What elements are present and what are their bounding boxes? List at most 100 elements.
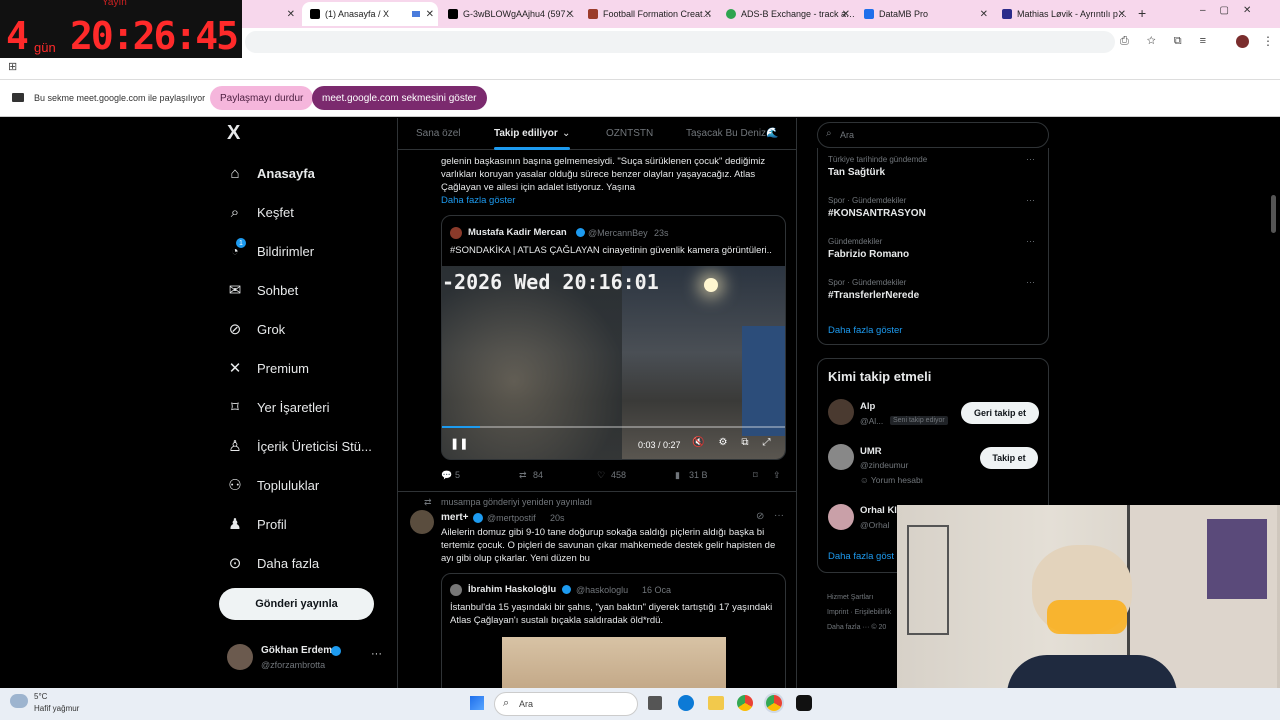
avatar[interactable] [828, 399, 854, 425]
windows-start-icon[interactable] [470, 696, 484, 710]
trend-item[interactable]: Spor · Gündemdekiler #KONSANTRASYON [828, 196, 926, 219]
post-author-name[interactable]: mert+ [441, 512, 469, 523]
follow-back-button[interactable]: Geri takip et [961, 402, 1039, 424]
close-icon[interactable]: ✕ [287, 9, 295, 20]
views-icon[interactable]: ▮ [675, 470, 680, 481]
avatar[interactable] [410, 510, 434, 534]
close-icon[interactable]: ✕ [980, 9, 988, 20]
tab-pinned[interactable]: ✕ [245, 2, 299, 26]
sidebar-item-chat[interactable]: ✉ Sohbet [227, 282, 299, 299]
new-tab-button[interactable]: + [1138, 5, 1146, 21]
quote-handle: @MercannBey [588, 228, 648, 238]
reply-icon[interactable]: 💬 [441, 470, 452, 481]
apps-grid-icon[interactable]: ⊞ [8, 60, 17, 73]
edge-icon[interactable] [678, 695, 694, 711]
sidebar-item-premium[interactable]: ✕ Premium [227, 360, 309, 377]
show-more-link[interactable]: Daha fazla göst [828, 551, 894, 562]
like-icon[interactable]: ♡ [597, 470, 605, 481]
avatar[interactable] [828, 444, 854, 470]
tab-x-home[interactable]: (1) Anasayfa / X ✕ [302, 2, 438, 26]
sidebar-item-home[interactable]: ⌂ Anasayfa [227, 165, 314, 182]
close-icon[interactable]: ✕ [842, 9, 850, 20]
quote-tweet[interactable]: İbrahim Haskoloğlu @haskologlu 16 Oca İs… [441, 573, 786, 688]
close-icon[interactable]: ✕ [566, 9, 574, 20]
sidebar-item-explore[interactable]: ⌕ Keşfet [227, 204, 294, 221]
sidebar-item-more[interactable]: ⊙ Daha fazla [227, 555, 320, 572]
avatar[interactable] [828, 504, 854, 530]
tab-following[interactable]: Takip ediliyor [494, 128, 558, 139]
tab-list-tasacak[interactable]: Taşacak Bu Deniz🌊 [686, 128, 779, 139]
stop-sharing-button[interactable]: Paylaşmayı durdur [210, 86, 314, 110]
show-more-link[interactable]: Daha fazla göster [441, 195, 515, 206]
tab-list-ozntstn[interactable]: OZNTSTN [606, 128, 653, 139]
grok-icon[interactable]: ⊘ [756, 511, 764, 522]
window-controls[interactable]: –▢✕ [1200, 5, 1265, 16]
sidebar-item-profile[interactable]: ♟ Profil [227, 516, 286, 533]
repost-icon[interactable]: ⇄ [519, 470, 527, 481]
x-logo-icon[interactable]: X [227, 122, 240, 145]
sidebar-item-communities[interactable]: ⚇ Topluluklar [227, 477, 319, 494]
suggested-user-name[interactable]: UMR [860, 446, 882, 457]
sidebar-item-label: Daha fazla [257, 555, 320, 571]
trend-title: #KONSANTRASYON [828, 208, 926, 219]
avatar[interactable] [1236, 35, 1249, 48]
sidebar-item-bookmarks[interactable]: ⌑ Yer İşaretleri [227, 399, 329, 416]
show-more-link[interactable]: Daha fazla göster [828, 325, 902, 336]
post-button[interactable]: Gönderi yayınla [219, 588, 374, 620]
trend-item[interactable]: Türkiye tarihinde gündemde Tan Sağtürk [828, 155, 927, 178]
tab-football[interactable]: Football Formation Creat… ✕ [582, 2, 716, 26]
footer-link-more[interactable]: Daha fazla ··· © 20 [827, 620, 891, 635]
video-progress-track[interactable] [442, 426, 785, 428]
tab-datamb[interactable]: DataMB Pro ✕ [858, 2, 992, 26]
tab-image[interactable]: G-3wBLOWgAAjhu4 (597… ✕ [442, 2, 578, 26]
account-switcher[interactable]: Gökhan Erdem @zforzambrotta ··· [219, 640, 389, 676]
suggested-user-name[interactable]: Alp [860, 401, 875, 412]
file-explorer-icon[interactable] [708, 696, 724, 710]
task-view-icon[interactable] [648, 696, 662, 710]
trend-item[interactable]: Spor · Gündemdekiler #TransferlerNerede [828, 278, 919, 301]
browser-actions-icons[interactable]: ⎙☆⧉≡ [1120, 35, 1224, 48]
datamb-favicon-icon [864, 9, 874, 19]
pause-icon[interactable]: ❚❚ [450, 437, 468, 450]
bookmark-icon[interactable]: ⌑ [753, 470, 758, 481]
footer-link-imprint[interactable]: Imprint [827, 609, 848, 616]
share-icon[interactable]: ⇪ [773, 470, 781, 481]
close-icon[interactable]: ✕ [426, 9, 434, 20]
footer-link-accessibility[interactable]: Erişilebilirlik [855, 609, 892, 616]
close-icon[interactable]: ✕ [1118, 9, 1126, 20]
video-player[interactable]: -2026 Wed 20:16:01 ❚❚ 0:03 / 0:27 🔇⚙⧉⤢ [442, 266, 785, 459]
follow-button[interactable]: Takip et [980, 447, 1038, 469]
chevron-down-icon[interactable]: ⌄ [562, 128, 570, 139]
tab-lovik[interactable]: Mathias Løvik - Ayrıntılı p… ✕ [996, 2, 1130, 26]
footer-link-terms[interactable]: Hizmet Şartları [827, 590, 891, 605]
chrome-profile-icon[interactable] [766, 695, 782, 711]
more-dots-icon[interactable]: ··· [1026, 236, 1035, 246]
scrollbar-thumb[interactable] [1271, 195, 1276, 233]
sidebar-item-notifications[interactable]: ◔ 1 Bildirimler [227, 238, 314, 259]
suggested-user-name[interactable]: Orhal Kl [860, 505, 897, 516]
omnibox[interactable] [245, 31, 1115, 53]
tab-for-you[interactable]: Sana özel [416, 128, 460, 139]
sidebar-item-creator-studio[interactable]: ♙ İçerik Üreticisi Stü... [227, 438, 372, 455]
quote-photo[interactable] [502, 637, 726, 688]
close-icon[interactable]: ✕ [704, 9, 712, 20]
more-dots-icon[interactable]: ··· [371, 648, 382, 660]
more-dots-icon[interactable]: ··· [774, 510, 784, 521]
video-control-icons[interactable]: 🔇⚙⧉⤢ [692, 437, 785, 448]
show-meet-tab-button[interactable]: meet.google.com sekmesini göster [312, 86, 487, 110]
sidebar-item-grok[interactable]: ⊘ Grok [227, 321, 285, 338]
more-dots-icon[interactable]: ··· [1026, 154, 1035, 164]
menu-dots-icon[interactable]: ⋮ [1262, 34, 1274, 48]
tab-adsb[interactable]: ADS-B Exchange - track a… ✕ [720, 2, 854, 26]
bell-icon: ◔ 1 [227, 238, 246, 259]
weather-widget[interactable]: 5°C Hafif yağmur [6, 690, 106, 718]
search-icon: ⌕ [503, 697, 510, 709]
taskbar-search[interactable]: ⌕ Ara [494, 692, 638, 716]
search-box[interactable]: ⌕ Ara [817, 122, 1049, 148]
chrome-icon[interactable] [737, 695, 753, 711]
more-dots-icon[interactable]: ··· [1026, 195, 1035, 205]
more-dots-icon[interactable]: ··· [1026, 277, 1035, 287]
app-icon[interactable] [796, 695, 812, 711]
trend-item[interactable]: Gündemdekiler Fabrizio Romano [828, 237, 909, 260]
search-icon: ⌕ [826, 128, 832, 139]
